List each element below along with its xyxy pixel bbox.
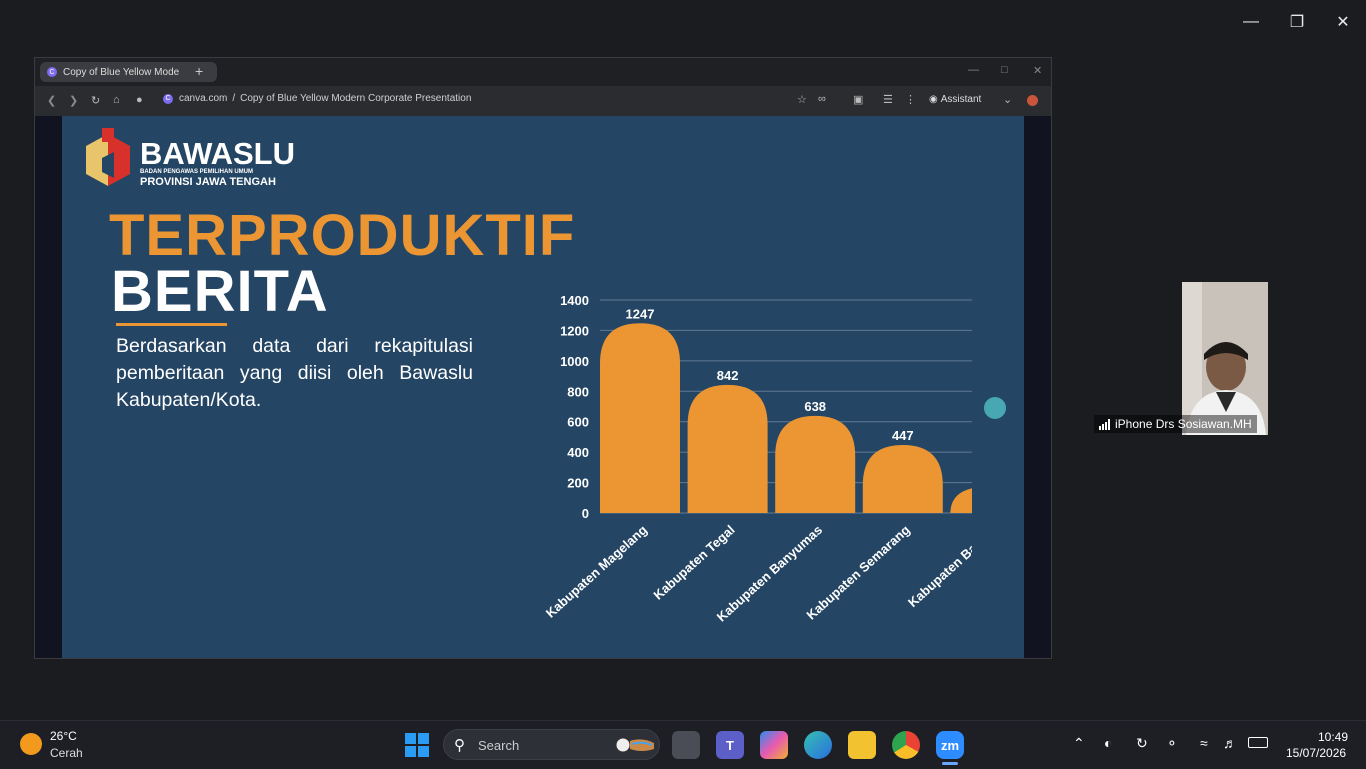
presentation-slide: BAWASLU BADAN PENGAWAS PEMILIHAN UMUM PR… (62, 116, 1024, 658)
back-icon[interactable]: ❮ (47, 94, 56, 107)
accent-dot (984, 397, 1006, 419)
windows-logo-icon (405, 733, 416, 744)
teams-icon[interactable]: T (716, 731, 744, 759)
bar (775, 415, 856, 513)
home-icon[interactable]: ⌂ (113, 94, 120, 106)
participant-name-label: iPhone Drs Sosiawan.MH (1094, 415, 1257, 433)
reload-icon[interactable]: ↻ (91, 94, 100, 107)
x-tick-label: Kabupaten Batang (905, 522, 972, 610)
chrome-icon[interactable] (892, 731, 920, 759)
forward-icon[interactable]: ❯ (69, 94, 78, 107)
y-tick-label: 1400 (560, 293, 589, 308)
bar (600, 323, 680, 513)
y-tick-label: 600 (567, 415, 589, 430)
url-path: Copy of Blue Yellow Modern Corporate Pre… (240, 93, 472, 104)
reading-list-icon[interactable]: ☰ (883, 93, 893, 106)
data-label: 1247 (626, 306, 655, 321)
participant-name: iPhone Drs Sosiawan.MH (1115, 417, 1252, 431)
new-tab-button[interactable]: + (195, 63, 203, 79)
y-tick-label: 1000 (560, 354, 589, 369)
extensions-icon[interactable]: ▣ (853, 93, 863, 106)
logo-subtitle: BADAN PENGAWAS PEMILIHAN UMUM (140, 169, 254, 175)
data-label: 447 (892, 428, 914, 443)
assistant-icon: ◉ (929, 94, 938, 105)
browser-window: C Copy of Blue Yellow Mode + — □ ✕ ❮ ❯ ↻… (34, 57, 1052, 659)
share-link-icon[interactable]: ∞ (818, 93, 826, 105)
weather-description[interactable]: Cerah (50, 746, 83, 760)
search-icon: ⚲ (454, 737, 465, 754)
zoom-app-icon[interactable]: zm (936, 731, 964, 759)
title-underline (116, 323, 227, 326)
logo-province: PROVINSI JAWA TENGAH (140, 176, 276, 188)
weather-sun-icon[interactable] (20, 733, 42, 755)
clock-time[interactable]: 10:49 (1318, 730, 1348, 744)
copilot-icon[interactable] (760, 731, 788, 759)
address-bar[interactable]: C canva.com / Copy of Blue Yellow Modern… (163, 93, 471, 104)
tab-title: Copy of Blue Yellow Mode (63, 66, 180, 78)
desktop-close-icon[interactable]: ✕ (1329, 8, 1357, 36)
url-domain: canva.com (179, 93, 228, 104)
browser-maximize-icon[interactable]: □ (1001, 64, 1008, 76)
y-tick-label: 200 (567, 476, 589, 491)
slide-title-line2: BERITA (111, 259, 329, 324)
bawaslu-logo: BAWASLU BADAN PENGAWAS PEMILIHAN UMUM PR… (82, 128, 295, 188)
y-tick-label: 0 (582, 506, 589, 521)
participant-video[interactable] (1182, 282, 1268, 435)
profile-avatar-icon[interactable] (1027, 95, 1038, 106)
chevron-down-icon[interactable]: ⌄ (1003, 93, 1012, 106)
bar (862, 444, 943, 513)
desktop-minimize-icon[interactable]: — (1237, 8, 1265, 36)
taskbar-search[interactable]: ⚲ Search (443, 729, 660, 760)
browser-toolbar: ❮ ❯ ↻ ⌂ ● C canva.com / Copy of Blue Yel… (35, 86, 1051, 117)
show-hidden-icons-icon[interactable]: ⌃ (1073, 735, 1085, 752)
taskbar: 26°C Cerah ⚲ Search T zm ⌃ ◐ ↻ ⚬ ≈ ♬ 10:… (0, 720, 1366, 769)
microphone-icon[interactable]: ● (136, 94, 143, 106)
search-highlight-icon (615, 737, 654, 753)
mic-in-use-icon[interactable]: ⚬ (1166, 735, 1178, 752)
x-tick-label: Kabupaten Tegal (650, 522, 737, 603)
bar-chart: 0 200 400 600 800 1000 1200 1400 1247 Kabupaten M… (543, 293, 972, 625)
audio-wave-icon[interactable]: ⋮ (905, 93, 916, 106)
y-tick-label: 400 (567, 445, 589, 460)
bawaslu-emblem-icon (86, 128, 130, 186)
participant-silhouette-icon (1182, 282, 1268, 435)
search-label: Search (478, 738, 520, 753)
camera-status-icon[interactable]: ◐ (1104, 735, 1112, 751)
slide-body-text: Berdasarkan data dari rekapitulasi pembe… (116, 335, 473, 411)
y-tick-label: 1200 (560, 323, 589, 338)
wifi-icon[interactable]: ≈ (1200, 735, 1208, 751)
logo-title: BAWASLU (140, 136, 295, 171)
x-tick-label: Kabupaten Magelang (543, 522, 650, 621)
data-label: 638 (804, 399, 826, 414)
edge-icon[interactable] (804, 731, 832, 759)
signal-strength-icon (1099, 418, 1110, 430)
browser-close-icon[interactable]: ✕ (1033, 64, 1042, 77)
assistant-button[interactable]: ◉ Assistant (929, 94, 981, 105)
bookmark-star-icon[interactable]: ☆ (797, 93, 807, 106)
browser-minimize-icon[interactable]: — (968, 64, 979, 76)
active-app-indicator (942, 762, 958, 765)
file-explorer-icon[interactable] (848, 731, 876, 759)
bar (950, 488, 972, 513)
assistant-label: Assistant (940, 94, 982, 105)
url-separator: / (232, 93, 236, 104)
battery-icon[interactable] (1248, 737, 1268, 748)
sync-icon[interactable]: ↻ (1136, 735, 1148, 752)
canva-favicon-icon: C (47, 67, 57, 77)
site-favicon-icon: C (163, 93, 173, 104)
clock-date[interactable]: 15/07/2026 (1286, 746, 1346, 760)
weather-temperature[interactable]: 26°C (50, 729, 77, 743)
start-button[interactable] (405, 733, 429, 757)
y-tick-label: 800 (567, 384, 589, 399)
desktop-restore-icon[interactable]: ❐ (1283, 8, 1311, 36)
tab-strip: C Copy of Blue Yellow Mode + — □ ✕ (35, 58, 1051, 86)
page-viewport: BAWASLU BADAN PENGAWAS PEMILIHAN UMUM PR… (35, 116, 1051, 658)
volume-icon[interactable]: ♬ (1223, 735, 1237, 751)
bar (687, 384, 768, 513)
browser-tab[interactable]: C Copy of Blue Yellow Mode (40, 62, 217, 82)
task-view-icon[interactable] (672, 731, 700, 759)
data-label: 842 (717, 368, 739, 383)
